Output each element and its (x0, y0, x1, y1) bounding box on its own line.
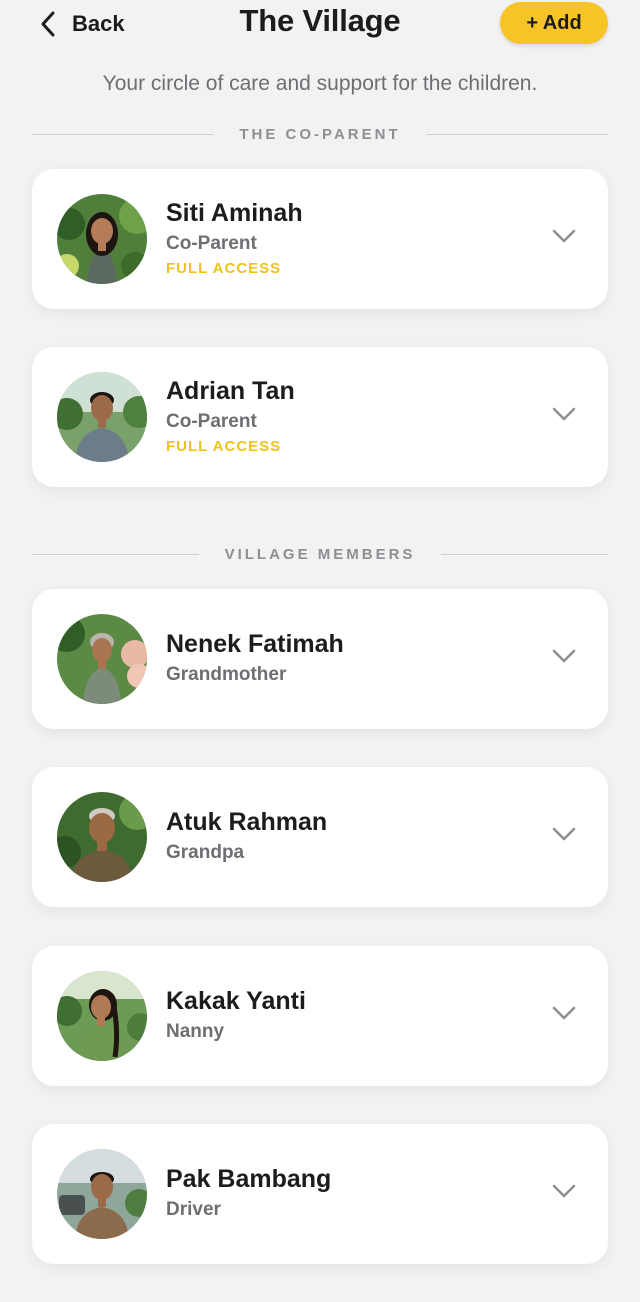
chevron-down-icon[interactable] (552, 228, 576, 244)
avatar (57, 372, 147, 462)
section-label: THE CO-PARENT (239, 125, 401, 143)
chevron-down-icon[interactable] (552, 648, 576, 664)
chevron-down-icon[interactable] (552, 406, 576, 422)
section-label: VILLAGE MEMBERS (224, 545, 416, 563)
avatar (57, 971, 147, 1061)
member-role: Grandmother (166, 664, 287, 685)
member-role: Nanny (166, 1021, 225, 1042)
section-header-village-members: VILLAGE MEMBERS (32, 544, 608, 564)
member-info: Siti Aminah Co-Parent FULL ACCESS (166, 198, 303, 279)
member-card-nenek-fatimah[interactable]: Nenek Fatimah Grandmother (32, 589, 608, 729)
chevron-down-icon[interactable] (552, 1183, 576, 1199)
member-name: Pak Bambang (166, 1165, 332, 1193)
member-info: Nenek Fatimah Grandmother (166, 629, 344, 687)
avatar (57, 1149, 147, 1239)
divider-line (32, 553, 199, 555)
member-name: Adrian Tan (166, 377, 295, 405)
chevron-down-icon[interactable] (552, 826, 576, 842)
member-name: Kakak Yanti (166, 987, 306, 1015)
divider-line (426, 133, 609, 135)
member-card-adrian-tan[interactable]: Adrian Tan Co-Parent FULL ACCESS (32, 347, 608, 487)
member-card-pak-bambang[interactable]: Pak Bambang Driver (32, 1124, 608, 1264)
member-name: Nenek Fatimah (166, 630, 344, 658)
divider-line (441, 553, 608, 555)
avatar (57, 194, 147, 284)
member-role: Co-Parent (166, 411, 257, 432)
member-info: Kakak Yanti Nanny (166, 986, 306, 1044)
member-info: Pak Bambang Driver (166, 1164, 331, 1222)
access-badge: FULL ACCESS (166, 260, 282, 277)
chevron-down-icon[interactable] (552, 1005, 576, 1021)
divider-line (32, 133, 214, 135)
avatar (57, 614, 147, 704)
avatar (57, 792, 147, 882)
member-card-atuk-rahman[interactable]: Atuk Rahman Grandpa (32, 767, 608, 907)
page-subtitle: Your circle of care and support for the … (102, 72, 538, 95)
member-info: Adrian Tan Co-Parent FULL ACCESS (166, 376, 295, 457)
member-name: Atuk Rahman (166, 808, 328, 836)
member-name: Siti Aminah (166, 199, 303, 227)
member-card-siti-aminah[interactable]: Siti Aminah Co-Parent FULL ACCESS (32, 169, 608, 309)
member-card-kakak-yanti[interactable]: Kakak Yanti Nanny (32, 946, 608, 1086)
member-role: Grandpa (166, 842, 245, 863)
member-role: Driver (166, 1199, 221, 1220)
access-badge: FULL ACCESS (166, 438, 282, 455)
section-header-co-parent: THE CO-PARENT (32, 124, 609, 144)
add-member-button[interactable]: + Add (500, 2, 608, 44)
member-role: Co-Parent (166, 233, 257, 254)
member-info: Atuk Rahman Grandpa (166, 807, 327, 865)
top-bar: Back The Village + Add (0, 0, 640, 50)
